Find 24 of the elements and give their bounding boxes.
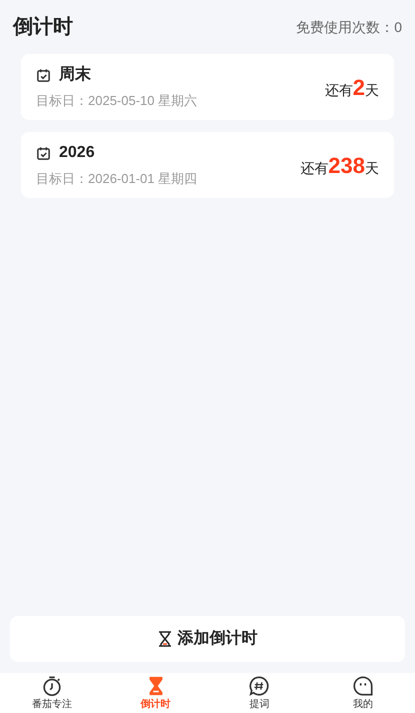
nav-tab[interactable]: 我的 (311, 673, 415, 713)
usage-count: 免费使用次数：0 (296, 18, 402, 36)
days-suffix: 天 (365, 158, 379, 178)
add-countdown-button[interactable]: 添加倒计时 (10, 616, 405, 662)
calendar-icon (36, 68, 51, 83)
days-prefix: 还有 (300, 158, 328, 178)
nav-tab[interactable]: 番茄专注 (0, 673, 104, 713)
calendar-icon (36, 146, 51, 161)
countdown-card[interactable]: 2026 目标日：2026-01-01 星期四 还有238天 (21, 132, 394, 198)
stopwatch-icon (40, 674, 63, 696)
days-count: 238 (328, 152, 365, 180)
hourglass-icon (158, 631, 172, 647)
hashtag-bubble-icon (248, 674, 270, 696)
days-prefix: 还有 (324, 80, 353, 100)
face-bubble-icon (352, 674, 374, 696)
nav-tab[interactable]: 提词 (208, 673, 312, 713)
page-title: 倒计时 (13, 15, 73, 40)
countdown-card[interactable]: 周末 目标日：2025-05-10 星期六 还有2天 (21, 54, 394, 120)
countdown-name: 周末 (59, 64, 91, 86)
target-date: 目标日：2026-01-01 星期四 (36, 170, 198, 188)
days-count: 2 (352, 74, 365, 102)
target-date: 目标日：2025-05-10 星期六 (36, 92, 198, 110)
days-suffix: 天 (365, 80, 379, 100)
countdown-name: 2026 (59, 143, 95, 164)
